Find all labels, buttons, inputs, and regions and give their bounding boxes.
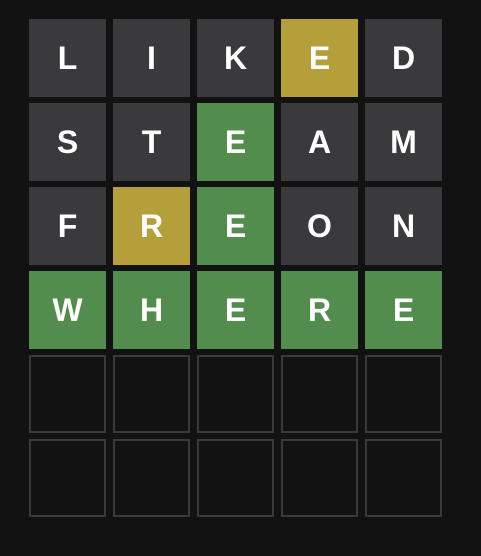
game-board: L I K E D S T E A M F R E O N W H E R E: [29, 19, 442, 517]
tile: L: [29, 19, 106, 97]
tile: H: [113, 271, 190, 349]
tile: [365, 355, 442, 433]
tile: [113, 355, 190, 433]
tile: E: [281, 19, 358, 97]
tile: I: [113, 19, 190, 97]
tile: O: [281, 187, 358, 265]
tile: [197, 439, 274, 517]
tile: E: [197, 271, 274, 349]
tile: K: [197, 19, 274, 97]
tile: M: [365, 103, 442, 181]
tile: A: [281, 103, 358, 181]
tile: E: [365, 271, 442, 349]
tile: [281, 439, 358, 517]
tile: D: [365, 19, 442, 97]
tile: F: [29, 187, 106, 265]
tile: N: [365, 187, 442, 265]
tile: [113, 439, 190, 517]
tile: [365, 439, 442, 517]
tile: W: [29, 271, 106, 349]
tile: [281, 355, 358, 433]
tile: R: [281, 271, 358, 349]
tile: T: [113, 103, 190, 181]
tile: [197, 355, 274, 433]
tile: E: [197, 103, 274, 181]
tile: [29, 439, 106, 517]
tile: S: [29, 103, 106, 181]
tile: R: [113, 187, 190, 265]
tile: E: [197, 187, 274, 265]
tile: [29, 355, 106, 433]
